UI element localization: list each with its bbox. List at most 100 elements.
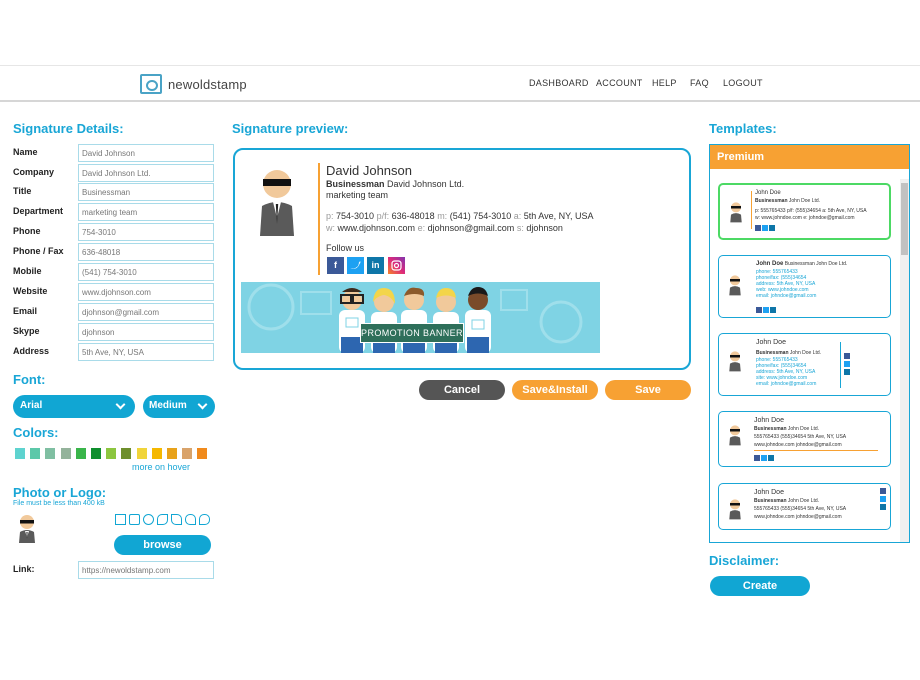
- signature-details-title: Signature Details:: [13, 121, 124, 136]
- color-swatch[interactable]: [75, 448, 86, 459]
- facebook-icon[interactable]: f: [327, 257, 344, 274]
- template-card-1[interactable]: John Doe Businessman John Doe Ltd. p: 55…: [718, 183, 891, 240]
- create-disclaimer-button[interactable]: Create: [710, 576, 810, 596]
- sig-phone: 754-3010: [336, 211, 375, 221]
- card-social-icons: [844, 353, 850, 375]
- signature-avatar: [254, 162, 300, 236]
- scrollbar-thumb[interactable]: [901, 183, 908, 255]
- font-size-value: Medium: [149, 400, 187, 411]
- save-button[interactable]: Save: [605, 380, 691, 400]
- template-card-5[interactable]: John Doe Businessman John Doe Ltd. 55576…: [718, 483, 891, 530]
- phone-field[interactable]: 754-3010: [78, 223, 214, 241]
- company-label: Company: [13, 167, 55, 177]
- nav-dashboard[interactable]: DASHBOARD: [529, 78, 589, 88]
- banner-label: PROMOTION BANNER: [360, 323, 464, 343]
- card-social-icons: [755, 225, 775, 231]
- color-swatch[interactable]: [121, 448, 132, 459]
- logo-icon: [140, 74, 162, 94]
- title-field[interactable]: Businessman: [78, 183, 214, 201]
- color-swatch[interactable]: [91, 448, 101, 459]
- address-field[interactable]: 5th Ave, NY, USA: [78, 343, 214, 361]
- color-swatch[interactable]: [136, 448, 147, 459]
- color-swatch[interactable]: [30, 448, 41, 459]
- color-swatch[interactable]: [151, 448, 162, 459]
- signature-preview-title: Signature preview:: [232, 121, 349, 136]
- nav-logout[interactable]: LOGOUT: [723, 78, 763, 88]
- shape-leaf-icon[interactable]: [157, 514, 168, 525]
- sig-skype: djohnson: [526, 223, 563, 233]
- nav-help[interactable]: HELP: [652, 78, 677, 88]
- photo-thumbnail[interactable]: [13, 511, 41, 543]
- photo-logo-title: Photo or Logo:: [13, 485, 107, 500]
- sig-role: Businessman: [326, 179, 385, 189]
- avatar-icon: [19, 515, 35, 543]
- card-social-icons: [756, 307, 776, 313]
- sig-fax: 636-48018: [391, 211, 435, 221]
- template-card-2[interactable]: John Doe Businessman John Doe Ltd. phone…: [718, 255, 891, 318]
- skype-label: Skype: [13, 326, 40, 336]
- color-swatch[interactable]: [182, 448, 193, 459]
- email-label: Email: [13, 306, 38, 316]
- shape-leaf-reverse-icon[interactable]: [171, 514, 182, 525]
- color-swatch[interactable]: [15, 448, 25, 459]
- phone-fax-field[interactable]: 636-48018: [78, 243, 214, 261]
- template-card-3[interactable]: John Doe Businessman John Doe Ltd. phone…: [718, 333, 891, 396]
- email-field[interactable]: djohnson@gmail.com: [78, 303, 214, 321]
- promotion-banner[interactable]: PROMOTION BANNER: [241, 282, 600, 353]
- link-label: Link:: [13, 564, 35, 574]
- website-field[interactable]: www.djohnson.com: [78, 283, 214, 301]
- shape-drop-icon[interactable]: [185, 514, 196, 525]
- linkedin-icon[interactable]: in: [367, 257, 384, 274]
- shape-rounded-icon[interactable]: [129, 514, 140, 525]
- card-social-icons: [880, 488, 886, 510]
- disclaimer-title: Disclaimer:: [709, 553, 780, 568]
- phone-label: Phone: [13, 226, 41, 236]
- nav-faq[interactable]: FAQ: [690, 78, 709, 88]
- templates-panel: Premium John Doe Businessman John Doe Lt…: [709, 144, 910, 543]
- avatar-icon: [725, 492, 745, 524]
- shape-square-icon[interactable]: [115, 514, 126, 525]
- save-install-button[interactable]: Save&Install: [512, 380, 598, 400]
- name-label: Name: [13, 147, 38, 157]
- cancel-button[interactable]: Cancel: [419, 380, 505, 400]
- color-swatch[interactable]: [106, 448, 117, 459]
- sig-address: 5th Ave, NY, USA: [523, 211, 594, 221]
- logo[interactable]: newoldstamp: [140, 74, 247, 94]
- card-social-icons: [754, 455, 774, 461]
- chevron-down-icon: [197, 399, 208, 410]
- sig-email: djohnson@gmail.com: [427, 223, 515, 233]
- color-swatch[interactable]: [60, 448, 71, 459]
- template-card-4[interactable]: John Doe Businessman John Doe Ltd. 55576…: [718, 411, 891, 467]
- font-size-select[interactable]: Medium: [143, 395, 215, 418]
- sig-follow-us: Follow us: [326, 243, 365, 253]
- templates-scrollbar[interactable]: [900, 179, 909, 542]
- department-field[interactable]: marketing team: [78, 203, 214, 221]
- font-family-value: Arial: [20, 400, 43, 411]
- twitter-icon[interactable]: [347, 257, 364, 274]
- instagram-icon[interactable]: [388, 257, 405, 274]
- sig-name: David Johnson: [326, 163, 412, 178]
- skype-field[interactable]: djohnson: [78, 323, 214, 341]
- phone-fax-label: Phone / Fax: [13, 246, 64, 256]
- color-swatch[interactable]: [197, 448, 208, 459]
- more-on-hover-text: more on hover: [132, 462, 191, 472]
- card-divider: [840, 342, 841, 388]
- mobile-field[interactable]: (541) 754-3010: [78, 263, 214, 281]
- nav-account[interactable]: ACCOUNT: [596, 78, 643, 88]
- color-swatch[interactable]: [167, 448, 177, 459]
- shape-drop-reverse-icon[interactable]: [199, 514, 210, 525]
- sig-mobile: (541) 754-3010: [449, 211, 512, 221]
- browse-button[interactable]: browse: [114, 535, 211, 555]
- color-swatch[interactable]: [45, 448, 56, 459]
- sig-web: www.djohnson.com: [337, 223, 416, 233]
- company-field[interactable]: David Johnson Ltd.: [78, 164, 214, 182]
- avatar-icon: [725, 268, 745, 300]
- signature-divider: [318, 163, 320, 275]
- link-field[interactable]: https://newoldstamp.com: [78, 561, 214, 579]
- font-family-select[interactable]: Arial: [13, 395, 135, 418]
- name-field[interactable]: David Johnson: [78, 144, 214, 162]
- shape-circle-icon[interactable]: [143, 514, 154, 525]
- avatar-icon: [726, 195, 746, 227]
- chevron-down-icon: [115, 399, 126, 410]
- file-size-note: File must be less than 400 kB: [13, 500, 105, 507]
